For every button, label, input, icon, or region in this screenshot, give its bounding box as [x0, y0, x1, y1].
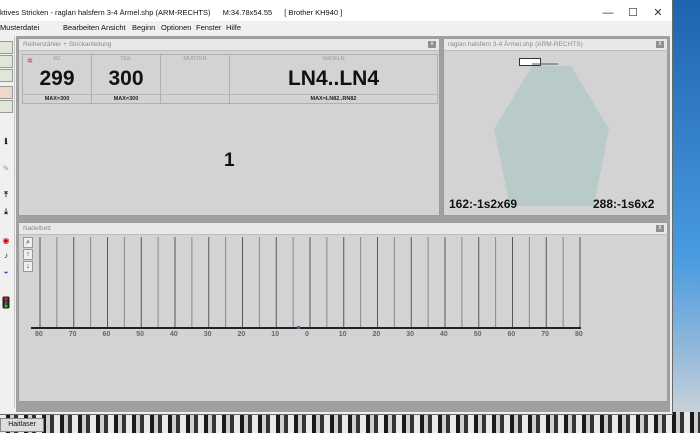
nadeln-value: LN4..LN4: [287, 67, 379, 90]
muster-header: MUSTER: [183, 56, 207, 62]
rz-cell: RZ ✲ 299 MAX=300: [23, 55, 92, 103]
menu-ansicht[interactable]: Ansicht: [101, 23, 126, 32]
nadeln-cell: NADELN LN4..LN4 MAX=LN82..RN82: [230, 55, 437, 103]
needle-bed-window: Nadelbett x ⌕ ↑ ↓ 80 70 60 50 40 30 20 10 0 10 20 3…: [18, 222, 668, 402]
ruler-label: 20: [237, 331, 246, 338]
nadeln-header: NADELN: [322, 56, 345, 62]
teil-cell: TEIL 300 MAX=300: [92, 55, 161, 103]
tool-button-3[interactable]: [0, 69, 13, 82]
arrow-down-bar-icon[interactable]: ⤓: [0, 206, 12, 217]
close-button[interactable]: ✕: [648, 4, 668, 22]
ruler-label: 40: [440, 331, 448, 338]
traffic-light-icon[interactable]: [0, 296, 12, 309]
menu-musterdatei[interactable]: Musterdatei: [0, 23, 39, 32]
tool-button-4[interactable]: [0, 86, 13, 99]
tool-button-2[interactable]: [0, 55, 13, 68]
shape-left-label: 162:-1s2x69: [449, 197, 518, 211]
ruler-label: 70: [68, 331, 77, 338]
pencil-icon[interactable]: ✎: [0, 163, 12, 174]
desktop-background-bottom: [0, 412, 700, 433]
raglan-shape: [494, 63, 609, 206]
muster-cell: MUSTER: [161, 55, 230, 103]
rz-header: RZ: [53, 56, 61, 62]
arrow-up-bar-icon[interactable]: ⤒: [0, 189, 12, 200]
ruler-label: 50: [136, 331, 145, 338]
counter-window-close-button[interactable]: x: [428, 41, 436, 48]
rz-value: 299: [39, 67, 75, 90]
teil-max: MAX=300: [92, 94, 160, 102]
ruler-label: 50: [473, 331, 482, 338]
minimize-button[interactable]: —: [598, 4, 618, 22]
needle-lines: [39, 237, 581, 327]
menu-bar: Musterdatei Bearbeiten Ansicht Beginn Op…: [0, 21, 672, 35]
maximize-button[interactable]: ☐: [623, 4, 643, 22]
ruler-label: 80: [575, 331, 583, 338]
mdi-area: Reihenzähler + Strickanleitung x RZ ✲ 29…: [16, 36, 670, 412]
tool-button-1[interactable]: [0, 41, 13, 54]
ruler-label: 80: [35, 331, 43, 338]
taskbar-item[interactable]: Haitlaser: [0, 418, 44, 432]
counter-panel: RZ ✲ 299 MAX=300 TEIL 300 MAX=300 MUSTER…: [22, 54, 438, 104]
ruler-label: 60: [507, 331, 516, 338]
menu-fenster[interactable]: Fenster: [196, 23, 221, 32]
ruler-label: 30: [406, 331, 415, 338]
main-window: ktives Stricken - raglan halsfern 3-4 Är…: [0, 0, 673, 415]
info-icon[interactable]: ℹ: [0, 136, 12, 147]
window-title: ktives Stricken - raglan halsfern 3-4 Är…: [0, 8, 352, 17]
muster-max: [161, 94, 229, 96]
title-file: ktives Stricken - raglan halsfern 3-4 Är…: [0, 8, 211, 17]
teil-value: 300: [108, 67, 144, 90]
rz-max: MAX=300: [23, 94, 91, 102]
ruler-label: 20: [372, 331, 381, 338]
counter-window-caption[interactable]: Reihenzähler + Strickanleitung: [19, 39, 439, 51]
teil-header: TEIL: [120, 56, 132, 62]
instruction-text: 1: [224, 150, 235, 171]
counter-window: Reihenzähler + Strickanleitung x RZ ✲ 29…: [18, 38, 440, 216]
ruler-label: 0: [305, 331, 309, 338]
nadeln-max: MAX=LN82..RN82: [230, 94, 437, 102]
shape-outline: [494, 66, 609, 206]
ruler-label: 10: [271, 331, 280, 338]
menu-optionen[interactable]: Optionen: [161, 23, 191, 32]
ruler-label: 60: [102, 331, 111, 338]
menu-bearbeiten[interactable]: Bearbeiten: [63, 23, 99, 32]
tool-button-5[interactable]: [0, 100, 13, 113]
shape-right-label: 288:-1s6x2: [593, 197, 655, 211]
gear-icon[interactable]: ✲: [27, 57, 33, 65]
shape-window: raglan halsfern 3-4 Ärmel.shp (ARM-RECHT…: [443, 38, 668, 216]
ruler-label: 10: [338, 331, 347, 338]
record-icon[interactable]: ◉: [0, 235, 12, 246]
ruler-label: 70: [541, 331, 550, 338]
music-note-icon[interactable]: ♪: [0, 250, 12, 261]
menu-hilfe[interactable]: Hilfe: [226, 23, 241, 32]
left-toolbar: ℹ ✎ ⤒ ⤓ ◉ ♪ ◒: [0, 36, 15, 408]
desktop-background-right: [672, 0, 700, 433]
ruler-label: 30: [203, 331, 212, 338]
ruler-label: 40: [170, 331, 178, 338]
menu-beginn[interactable]: Beginn: [132, 23, 155, 32]
eye-icon[interactable]: ◒: [0, 266, 12, 277]
title-size: M:34.78x54.55: [222, 8, 273, 17]
title-machine: [ Brother KH940 ]: [284, 8, 343, 17]
